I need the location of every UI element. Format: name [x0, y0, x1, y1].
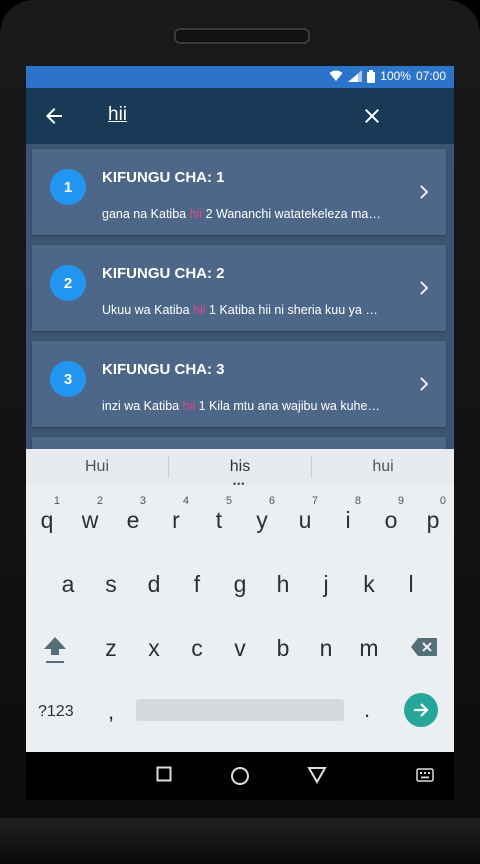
recents-icon[interactable]	[156, 766, 172, 782]
key-h[interactable]: h	[262, 551, 304, 615]
snippet-text: 1 Kila mtu ana wajibu wa kuhe…	[195, 399, 380, 413]
back-arrow-icon[interactable]	[42, 104, 66, 128]
suggestion-2[interactable]: his	[169, 458, 311, 476]
status-icons: 100% 07:00	[329, 69, 446, 83]
key-w[interactable]: 2w	[69, 487, 111, 551]
result-snippet: inzi wa Katiba hii 1 Kila mtu ana wajibu…	[102, 399, 438, 413]
result-card[interactable]: 1 KIFUNGU CHA: 1 gana na Katiba hii 2 Wa…	[32, 149, 446, 235]
key-g[interactable]: g	[219, 551, 261, 615]
status-bar: 100% 07:00	[26, 66, 454, 88]
result-title: KIFUNGU CHA: 3	[102, 361, 225, 378]
snippet-text: 2 Wananchi watatekeleza ma…	[202, 207, 381, 221]
snippet-text: Ukuu wa Katiba	[102, 303, 194, 317]
key-m[interactable]: m	[348, 615, 390, 679]
key-f[interactable]: f	[176, 551, 218, 615]
chevron-right-icon	[420, 377, 429, 391]
snippet-text: gana na Katiba	[102, 207, 190, 221]
key-r[interactable]: 4r	[155, 487, 197, 551]
result-snippet: gana na Katiba hii 2 Wananchi watatekele…	[102, 207, 438, 221]
result-title: KIFUNGU CHA: 1	[102, 169, 225, 186]
key-y[interactable]: 6y	[241, 487, 283, 551]
period-key[interactable]: .	[364, 697, 370, 723]
key-a[interactable]: a	[47, 551, 89, 615]
comma-key[interactable]: ,	[108, 699, 114, 725]
result-number-badge: 1	[50, 169, 86, 205]
key-z[interactable]: z	[90, 615, 132, 679]
signal-icon	[348, 70, 363, 82]
key-row-1: 1q 2w 3e 4r 5t 6y 7u 8i 9o 0p	[26, 487, 454, 551]
key-j[interactable]: j	[305, 551, 347, 615]
arrow-right-icon	[414, 703, 429, 717]
highlight-term: hii	[189, 207, 203, 221]
key-v[interactable]: v	[219, 615, 261, 679]
key-o[interactable]: 9o	[370, 487, 412, 551]
key-t[interactable]: 5t	[198, 487, 240, 551]
result-card[interactable]: 2 KIFUNGU CHA: 2 Ukuu wa Katiba hii 1 Ka…	[32, 245, 446, 331]
key-l[interactable]: l	[390, 551, 432, 615]
highlight-term: hii	[182, 399, 196, 413]
space-bar[interactable]	[136, 699, 344, 721]
clock: 07:00	[415, 69, 446, 83]
key-row-4: ?123 , .	[26, 683, 454, 747]
key-k[interactable]: k	[348, 551, 390, 615]
snippet-text: 1 Katiba hii ni sheria kuu ya …	[205, 303, 378, 317]
chevron-right-icon	[420, 185, 429, 199]
key-n[interactable]: n	[305, 615, 347, 679]
key-q[interactable]: 1q	[26, 487, 68, 551]
key-row-3: z x c v b n m	[26, 615, 454, 679]
key-s[interactable]: s	[90, 551, 132, 615]
search-app-bar: hii	[26, 88, 454, 144]
soft-keyboard: Hui his hui ••• 1q 2w 3e 4r 5t 6y 7u 8i …	[26, 449, 454, 752]
shift-icon[interactable]	[42, 635, 68, 665]
suggestion-3[interactable]: hui	[312, 458, 454, 476]
backspace-icon[interactable]	[410, 637, 438, 657]
result-title: KIFUNGU CHA: 2	[102, 265, 225, 282]
result-number-badge: 2	[50, 265, 86, 301]
chevron-right-icon	[420, 281, 429, 295]
close-icon[interactable]	[360, 104, 384, 128]
result-card[interactable]: 3 KIFUNGU CHA: 3 inzi wa Katiba hii 1 Ki…	[32, 341, 446, 427]
key-x[interactable]: x	[133, 615, 175, 679]
wifi-icon	[329, 70, 343, 81]
result-number-badge: 3	[50, 361, 86, 397]
key-d[interactable]: d	[133, 551, 175, 615]
key-u[interactable]: 7u	[284, 487, 326, 551]
keyboard-switch-icon[interactable]	[416, 768, 434, 782]
suggestion-strip: Hui his hui •••	[26, 449, 454, 489]
key-e[interactable]: 3e	[112, 487, 154, 551]
search-input[interactable]: hii	[108, 104, 127, 126]
result-snippet: Ukuu wa Katiba hii 1 Katiba hii ni sheri…	[102, 303, 438, 317]
back-icon[interactable]	[307, 766, 327, 784]
screen: 100% 07:00 hii 1 KIFUNGU CHA: 1 gana na …	[26, 66, 454, 752]
battery-percent: 100%	[380, 69, 411, 83]
key-b[interactable]: b	[262, 615, 304, 679]
key-i[interactable]: 8i	[327, 487, 369, 551]
snippet-text: inzi wa Katiba	[102, 399, 183, 413]
symbols-key[interactable]: ?123	[38, 703, 74, 721]
enter-key[interactable]	[404, 693, 438, 727]
speaker-grille	[174, 28, 310, 44]
key-p[interactable]: 0p	[412, 487, 454, 551]
battery-icon	[367, 69, 376, 83]
system-nav-bar	[26, 752, 454, 800]
phone-chin	[0, 818, 480, 864]
home-icon[interactable]	[230, 766, 250, 786]
highlight-term: hii	[193, 303, 206, 317]
key-c[interactable]: c	[176, 615, 218, 679]
suggestion-1[interactable]: Hui	[26, 458, 168, 476]
key-row-2: a s d f g h j k l	[26, 551, 454, 615]
